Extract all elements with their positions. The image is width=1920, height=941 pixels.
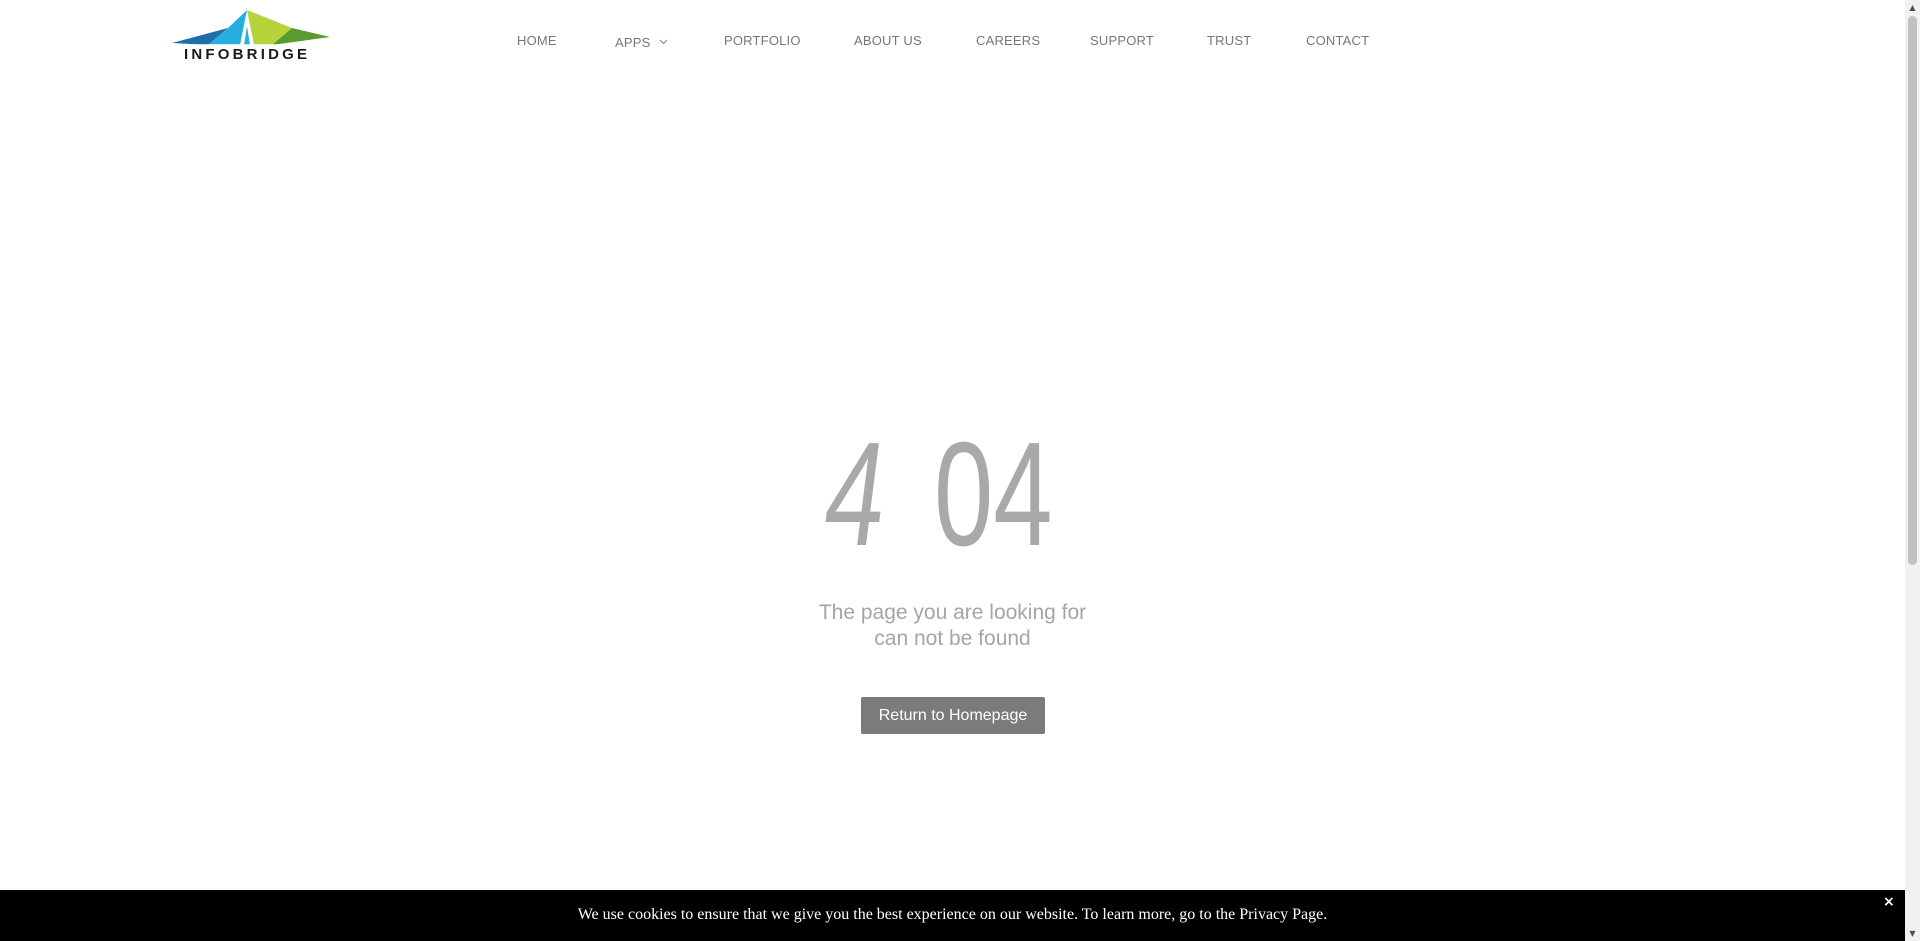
error-message: The page you are looking for can not be … [0, 600, 1905, 652]
nav-item-home[interactable]: HOME [517, 33, 557, 48]
vertical-scrollbar[interactable]: ▲ ▼ [1905, 0, 1920, 941]
logo-bridge-icon [172, 10, 330, 46]
scrollbar-thumb[interactable] [1908, 16, 1917, 565]
cookie-bar: We use cookies to ensure that we give yo… [0, 890, 1905, 941]
nav-item-apps[interactable]: APPS [615, 33, 668, 50]
error-code-digits-04: 04 [934, 412, 1053, 577]
nav-item-apps-label: APPS [615, 35, 651, 50]
page: INFOBRIDGE HOME APPS PORTFOLIO ABOUT US … [0, 0, 1920, 941]
nav-item-portfolio[interactable]: PORTFOLIO [724, 33, 801, 48]
site-header: INFOBRIDGE HOME APPS PORTFOLIO ABOUT US … [0, 0, 1905, 86]
scroll-down-arrow-icon[interactable]: ▼ [1905, 926, 1920, 941]
infobridge-logo[interactable]: INFOBRIDGE [172, 8, 330, 66]
nav-item-contact[interactable]: CONTACT [1306, 33, 1369, 48]
nav-item-about-us[interactable]: ABOUT US [854, 33, 922, 48]
close-icon[interactable]: × [1883, 894, 1895, 910]
error-message-line-1: The page you are looking for [818, 601, 1087, 624]
nav-item-careers[interactable]: CAREERS [976, 33, 1040, 48]
cookie-notice-text: We use cookies to ensure that we give yo… [577, 906, 1328, 923]
nav-item-trust[interactable]: TRUST [1207, 33, 1251, 48]
chevron-down-icon [659, 33, 668, 48]
error-code: 4 04 [0, 412, 1905, 577]
error-code-digit-4: 4 [816, 412, 897, 577]
nav-item-support[interactable]: SUPPORT [1090, 33, 1154, 48]
error-message-line-2: can not be found [874, 627, 1031, 650]
scroll-up-arrow-icon[interactable]: ▲ [1905, 0, 1920, 15]
logo-wordmark: INFOBRIDGE [184, 46, 311, 63]
return-to-homepage-button[interactable]: Return to Homepage [861, 697, 1045, 734]
